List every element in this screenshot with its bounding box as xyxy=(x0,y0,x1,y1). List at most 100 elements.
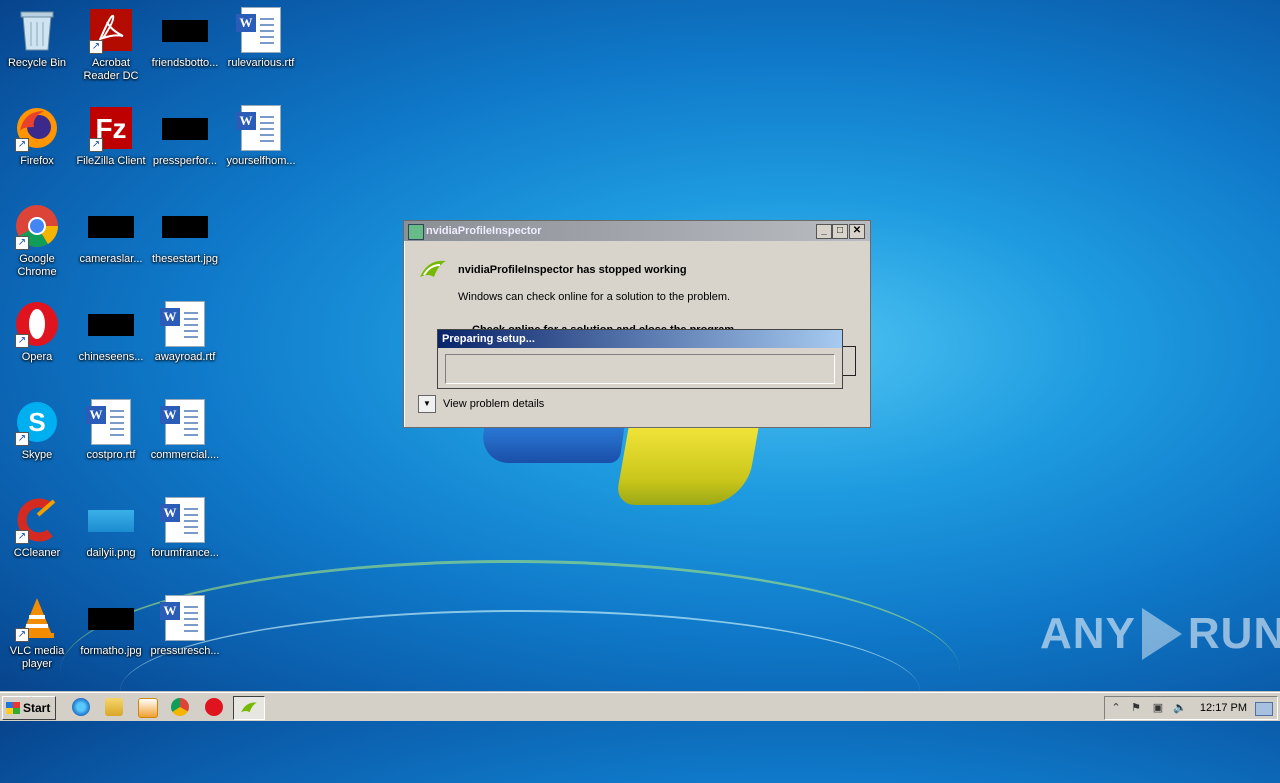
desktop-icon-ccleaner[interactable]: ↗ CCleaner xyxy=(0,496,74,560)
setup-title: Preparing setup... xyxy=(438,330,842,348)
error-dialog: nvidiaProfileInspector _ □ ✕ nvidiaProfi… xyxy=(403,220,871,428)
word-doc-icon: W xyxy=(160,594,209,642)
show-desktop-icon[interactable] xyxy=(1255,702,1273,716)
icon-label: Google Chrome xyxy=(17,253,57,278)
desktop-icon-yourselfhom[interactable]: W yourselfhom... xyxy=(224,104,298,168)
close-button[interactable]: ✕ xyxy=(849,224,865,239)
start-label: Start xyxy=(23,701,51,715)
icon-label: CCleaner xyxy=(13,547,61,559)
action-center-flag-icon[interactable]: ⚑ xyxy=(1129,701,1143,715)
desktop-icon-acrobat[interactable]: ↗ Acrobat Reader DC xyxy=(74,6,148,83)
desktop-icon-friendsbotto[interactable]: friendsbotto... xyxy=(148,6,222,70)
setup-progress-bar xyxy=(445,354,835,384)
ie-icon[interactable] xyxy=(72,698,90,716)
system-tray: ⌃ ⚑ ▣ 🔈 12:17 PM xyxy=(1104,696,1278,720)
icon-label: thesestart.jpg xyxy=(151,253,219,265)
dialog-titlebar[interactable]: nvidiaProfileInspector _ □ ✕ xyxy=(404,221,870,241)
shortcut-arrow-icon: ↗ xyxy=(89,40,103,54)
media-player-icon[interactable] xyxy=(138,698,158,718)
volume-icon[interactable]: 🔈 xyxy=(1173,701,1187,715)
icon-label: chineseens... xyxy=(78,351,144,363)
filezilla-icon: Fz ↗ xyxy=(87,104,135,152)
desktop-icon-cameraslar[interactable]: cameraslar... xyxy=(74,202,148,266)
setup-popup: Preparing setup... xyxy=(437,329,843,389)
desktop-icon-pressuresch[interactable]: W pressuresch... xyxy=(148,594,222,658)
view-details-toggle[interactable]: ▼ View problem details xyxy=(418,395,544,413)
dialog-header: nvidiaProfileInspector has stopped worki… xyxy=(418,257,687,283)
desktop-icon-formatho[interactable]: formatho.jpg xyxy=(74,594,148,658)
maximize-button[interactable]: □ xyxy=(832,224,848,239)
taskbar: Start ⌃ ⚑ ▣ 🔈 12:17 PM xyxy=(0,692,1280,721)
nvidia-logo-icon xyxy=(418,257,448,283)
icon-label: commercial.... xyxy=(150,449,220,461)
icon-label: cameraslar... xyxy=(79,253,143,265)
icon-label: rulevarious.rtf xyxy=(227,57,295,69)
windows-flag-icon xyxy=(6,702,20,714)
desktop-icon-opera[interactable]: ↗ Opera xyxy=(0,300,74,364)
ccleaner-icon: ↗ xyxy=(13,496,61,544)
shortcut-arrow-icon: ↗ xyxy=(15,236,29,250)
desktop-icon-costpro[interactable]: W costpro.rtf xyxy=(74,398,148,462)
desktop-icon-commercial[interactable]: W commercial.... xyxy=(148,398,222,462)
desktop-icon-thesestart[interactable]: thesestart.jpg xyxy=(148,202,222,266)
wallpaper-swoosh xyxy=(120,610,920,772)
network-icon[interactable]: ▣ xyxy=(1151,701,1165,715)
icon-label: awayroad.rtf xyxy=(154,351,216,363)
skype-icon: S ↗ xyxy=(13,398,61,446)
desktop-icon-firefox[interactable]: ↗ Firefox xyxy=(0,104,74,168)
opera-icon[interactable] xyxy=(205,698,223,716)
show-hidden-icons-icon[interactable]: ⌃ xyxy=(1109,701,1123,715)
desktop-icon-dailyii[interactable]: dailyii.png xyxy=(74,496,148,560)
desktop-icon-chineseens[interactable]: chineseens... xyxy=(74,300,148,364)
word-doc-icon: W xyxy=(160,496,209,544)
shortcut-arrow-icon: ↗ xyxy=(15,432,29,446)
recycle-bin-icon xyxy=(13,6,61,54)
image-file-icon xyxy=(87,496,135,544)
firefox-icon: ↗ xyxy=(13,104,61,152)
taskbar-item-nvidiaprofileinspector[interactable] xyxy=(233,696,265,720)
view-details-label: View problem details xyxy=(443,398,545,410)
word-doc-icon: W xyxy=(86,398,135,446)
desktop-icon-filezilla[interactable]: Fz ↗ FileZilla Client xyxy=(74,104,148,168)
icon-label: FileZilla Client xyxy=(76,155,146,167)
minimize-button[interactable]: _ xyxy=(816,224,832,239)
windows-logo-blue-pane xyxy=(479,425,625,463)
dialog-heading: nvidiaProfileInspector has stopped worki… xyxy=(458,264,687,276)
desktop-icon-pressperfor[interactable]: pressperfor... xyxy=(148,104,222,168)
desktop-icon-forumfrance[interactable]: W forumfrance... xyxy=(148,496,222,560)
desktop-icon-chrome[interactable]: ↗ Google Chrome xyxy=(0,202,74,279)
image-file-icon xyxy=(161,202,209,250)
image-file-icon xyxy=(161,104,209,152)
chevron-down-icon[interactable]: ▼ xyxy=(418,395,436,413)
desktop-icon-rulevarious[interactable]: W rulevarious.rtf xyxy=(224,6,298,70)
shortcut-arrow-icon: ↗ xyxy=(15,138,29,152)
word-doc-icon: W xyxy=(160,300,209,348)
chrome-icon[interactable] xyxy=(171,698,189,716)
image-file-icon xyxy=(87,300,135,348)
vlc-icon: ↗ xyxy=(13,594,61,642)
icon-label: dailyii.png xyxy=(86,547,136,559)
shortcut-arrow-icon: ↗ xyxy=(15,334,29,348)
start-button[interactable]: Start xyxy=(2,696,56,720)
shortcut-arrow-icon: ↗ xyxy=(15,530,29,544)
desktop-icon-awayroad[interactable]: W awayroad.rtf xyxy=(148,300,222,364)
desktop-icon-recycle-bin[interactable]: Recycle Bin xyxy=(0,6,74,70)
dialog-message: Windows can check online for a solution … xyxy=(458,291,731,303)
app-icon xyxy=(408,224,424,240)
dialog-title: nvidiaProfileInspector xyxy=(426,225,542,237)
clock[interactable]: 12:17 PM xyxy=(1200,697,1247,719)
icon-label: Recycle Bin xyxy=(7,57,67,69)
windows-logo-yellow-pane xyxy=(614,425,760,505)
explorer-icon[interactable] xyxy=(105,698,123,716)
icon-label: pressperfor... xyxy=(152,155,218,167)
icon-label: Opera xyxy=(21,351,53,363)
close-program-option[interactable] xyxy=(841,346,856,376)
shortcut-arrow-icon: ↗ xyxy=(15,628,29,642)
desktop-icon-skype[interactable]: S ↗ Skype xyxy=(0,398,74,462)
image-file-icon xyxy=(87,202,135,250)
icon-label: Skype xyxy=(21,449,53,461)
word-doc-icon: W xyxy=(236,6,285,54)
image-file-icon xyxy=(87,594,135,642)
icon-label: VLC media player xyxy=(9,645,65,670)
desktop-icon-vlc[interactable]: ↗ VLC media player xyxy=(0,594,74,671)
